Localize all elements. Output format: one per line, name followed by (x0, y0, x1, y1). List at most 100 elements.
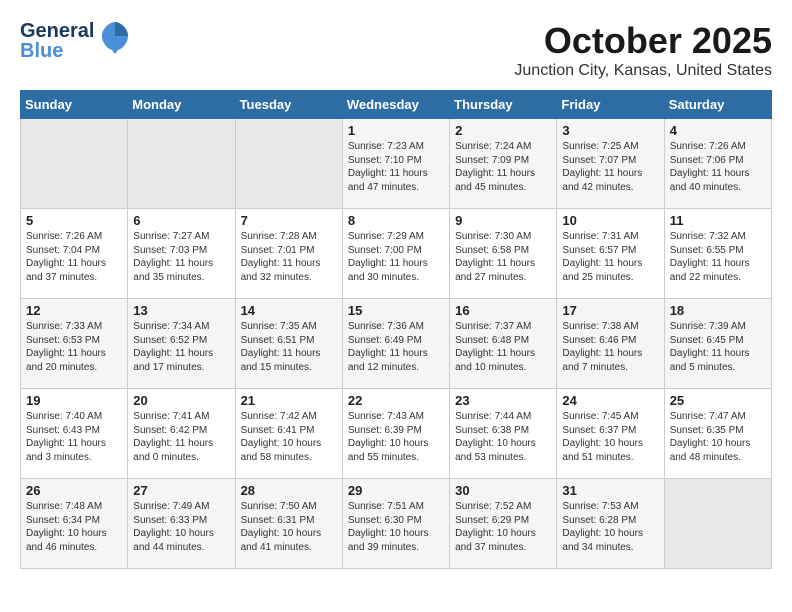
cell-content: Sunrise: 7:26 AM Sunset: 7:04 PM Dayligh… (26, 230, 122, 284)
cell-content: Sunrise: 7:23 AM Sunset: 7:10 PM Dayligh… (348, 140, 444, 194)
day-number: 28 (241, 483, 337, 498)
day-number: 31 (562, 483, 658, 498)
calendar-cell: 6 Sunrise: 7:27 AM Sunset: 7:03 PM Daylig… (128, 209, 235, 299)
calendar-cell: 31 Sunrise: 7:53 AM Sunset: 6:28 PM Dayli… (557, 479, 664, 569)
cell-content: Sunrise: 7:36 AM Sunset: 6:49 PM Dayligh… (348, 320, 444, 374)
cell-content: Sunrise: 7:50 AM Sunset: 6:31 PM Dayligh… (241, 500, 337, 554)
calendar-cell (664, 479, 771, 569)
calendar-table: SundayMondayTuesdayWednesdayThursdayFrid… (20, 90, 772, 569)
calendar-cell: 15 Sunrise: 7:36 AM Sunset: 6:49 PM Dayli… (342, 299, 449, 389)
cell-content: Sunrise: 7:48 AM Sunset: 6:34 PM Dayligh… (26, 500, 122, 554)
day-number: 14 (241, 303, 337, 318)
day-number: 13 (133, 303, 229, 318)
cell-content: Sunrise: 7:40 AM Sunset: 6:43 PM Dayligh… (26, 410, 122, 464)
day-number: 7 (241, 213, 337, 228)
calendar-cell: 24 Sunrise: 7:45 AM Sunset: 6:37 PM Dayli… (557, 389, 664, 479)
calendar-cell: 9 Sunrise: 7:30 AM Sunset: 6:58 PM Daylig… (450, 209, 557, 299)
calendar-cell: 13 Sunrise: 7:34 AM Sunset: 6:52 PM Dayli… (128, 299, 235, 389)
weekday-header: Monday (128, 91, 235, 119)
calendar-cell: 20 Sunrise: 7:41 AM Sunset: 6:42 PM Dayli… (128, 389, 235, 479)
calendar-week-row: 26 Sunrise: 7:48 AM Sunset: 6:34 PM Dayli… (21, 479, 772, 569)
day-number: 20 (133, 393, 229, 408)
day-number: 4 (670, 123, 766, 138)
cell-content: Sunrise: 7:26 AM Sunset: 7:06 PM Dayligh… (670, 140, 766, 194)
calendar-cell (21, 119, 128, 209)
weekday-header: Sunday (21, 91, 128, 119)
logo: General Blue (20, 20, 130, 61)
cell-content: Sunrise: 7:45 AM Sunset: 6:37 PM Dayligh… (562, 410, 658, 464)
logo-bird-icon (100, 20, 130, 61)
calendar-week-row: 5 Sunrise: 7:26 AM Sunset: 7:04 PM Daylig… (21, 209, 772, 299)
page-header: General Blue October 2025 Junction City,… (20, 20, 772, 80)
calendar-week-row: 12 Sunrise: 7:33 AM Sunset: 6:53 PM Dayli… (21, 299, 772, 389)
calendar-week-row: 1 Sunrise: 7:23 AM Sunset: 7:10 PM Daylig… (21, 119, 772, 209)
location: Junction City, Kansas, United States (514, 62, 772, 80)
weekday-header: Thursday (450, 91, 557, 119)
calendar-cell: 17Sunrise: 7:38 AM Sunset: 6:46 PM Dayli… (557, 299, 664, 389)
calendar-cell: 28 Sunrise: 7:50 AM Sunset: 6:31 PM Dayli… (235, 479, 342, 569)
calendar-cell: 5 Sunrise: 7:26 AM Sunset: 7:04 PM Daylig… (21, 209, 128, 299)
day-number: 27 (133, 483, 229, 498)
day-number: 23 (455, 393, 551, 408)
day-number: 15 (348, 303, 444, 318)
cell-content: Sunrise: 7:37 AM Sunset: 6:48 PM Dayligh… (455, 320, 551, 374)
cell-content: Sunrise: 7:41 AM Sunset: 6:42 PM Dayligh… (133, 410, 229, 464)
cell-content: Sunrise: 7:49 AM Sunset: 6:33 PM Dayligh… (133, 500, 229, 554)
cell-content: Sunrise: 7:31 AM Sunset: 6:57 PM Dayligh… (562, 230, 658, 284)
calendar-cell: 16Sunrise: 7:37 AM Sunset: 6:48 PM Dayli… (450, 299, 557, 389)
calendar-cell: 10 Sunrise: 7:31 AM Sunset: 6:57 PM Dayli… (557, 209, 664, 299)
day-number: 6 (133, 213, 229, 228)
calendar-cell: 25Sunrise: 7:47 AM Sunset: 6:35 PM Dayli… (664, 389, 771, 479)
day-number: 19 (26, 393, 122, 408)
calendar-cell: 12 Sunrise: 7:33 AM Sunset: 6:53 PM Dayli… (21, 299, 128, 389)
day-number: 26 (26, 483, 122, 498)
day-number: 24 (562, 393, 658, 408)
logo-blue: Blue (20, 41, 94, 61)
cell-content: Sunrise: 7:32 AM Sunset: 6:55 PM Dayligh… (670, 230, 766, 284)
day-number: 12 (26, 303, 122, 318)
day-number: 11 (670, 213, 766, 228)
cell-content: Sunrise: 7:44 AM Sunset: 6:38 PM Dayligh… (455, 410, 551, 464)
calendar-cell: 8 Sunrise: 7:29 AM Sunset: 7:00 PM Daylig… (342, 209, 449, 299)
calendar-cell: 26 Sunrise: 7:48 AM Sunset: 6:34 PM Dayli… (21, 479, 128, 569)
calendar-cell: 7 Sunrise: 7:28 AM Sunset: 7:01 PM Daylig… (235, 209, 342, 299)
cell-content: Sunrise: 7:30 AM Sunset: 6:58 PM Dayligh… (455, 230, 551, 284)
cell-content: Sunrise: 7:47 AM Sunset: 6:35 PM Dayligh… (670, 410, 766, 464)
weekday-header: Tuesday (235, 91, 342, 119)
day-number: 2 (455, 123, 551, 138)
calendar-cell: 3Sunrise: 7:25 AM Sunset: 7:07 PM Daylig… (557, 119, 664, 209)
weekday-header: Friday (557, 91, 664, 119)
cell-content: Sunrise: 7:24 AM Sunset: 7:09 PM Dayligh… (455, 140, 551, 194)
calendar-cell: 23 Sunrise: 7:44 AM Sunset: 6:38 PM Dayli… (450, 389, 557, 479)
cell-content: Sunrise: 7:27 AM Sunset: 7:03 PM Dayligh… (133, 230, 229, 284)
cell-content: Sunrise: 7:29 AM Sunset: 7:00 PM Dayligh… (348, 230, 444, 284)
cell-content: Sunrise: 7:34 AM Sunset: 6:52 PM Dayligh… (133, 320, 229, 374)
title-block: October 2025 Junction City, Kansas, Unit… (514, 20, 772, 80)
calendar-week-row: 19 Sunrise: 7:40 AM Sunset: 6:43 PM Dayli… (21, 389, 772, 479)
month-title: October 2025 (514, 20, 772, 62)
day-number: 29 (348, 483, 444, 498)
day-number: 8 (348, 213, 444, 228)
calendar-cell: 4 Sunrise: 7:26 AM Sunset: 7:06 PM Daylig… (664, 119, 771, 209)
calendar-cell: 27 Sunrise: 7:49 AM Sunset: 6:33 PM Dayli… (128, 479, 235, 569)
weekday-header-row: SundayMondayTuesdayWednesdayThursdayFrid… (21, 91, 772, 119)
day-number: 10 (562, 213, 658, 228)
calendar-cell: 14 Sunrise: 7:35 AM Sunset: 6:51 PM Dayli… (235, 299, 342, 389)
cell-content: Sunrise: 7:39 AM Sunset: 6:45 PM Dayligh… (670, 320, 766, 374)
day-number: 3 (562, 123, 658, 138)
logo-general: General (20, 21, 94, 41)
day-number: 5 (26, 213, 122, 228)
cell-content: Sunrise: 7:33 AM Sunset: 6:53 PM Dayligh… (26, 320, 122, 374)
calendar-cell: 18Sunrise: 7:39 AM Sunset: 6:45 PM Dayli… (664, 299, 771, 389)
cell-content: Sunrise: 7:38 AM Sunset: 6:46 PM Dayligh… (562, 320, 658, 374)
cell-content: Sunrise: 7:51 AM Sunset: 6:30 PM Dayligh… (348, 500, 444, 554)
day-number: 9 (455, 213, 551, 228)
cell-content: Sunrise: 7:28 AM Sunset: 7:01 PM Dayligh… (241, 230, 337, 284)
cell-content: Sunrise: 7:53 AM Sunset: 6:28 PM Dayligh… (562, 500, 658, 554)
day-number: 1 (348, 123, 444, 138)
cell-content: Sunrise: 7:35 AM Sunset: 6:51 PM Dayligh… (241, 320, 337, 374)
weekday-header: Wednesday (342, 91, 449, 119)
calendar-cell: 19 Sunrise: 7:40 AM Sunset: 6:43 PM Dayli… (21, 389, 128, 479)
cell-content: Sunrise: 7:42 AM Sunset: 6:41 PM Dayligh… (241, 410, 337, 464)
calendar-cell (128, 119, 235, 209)
